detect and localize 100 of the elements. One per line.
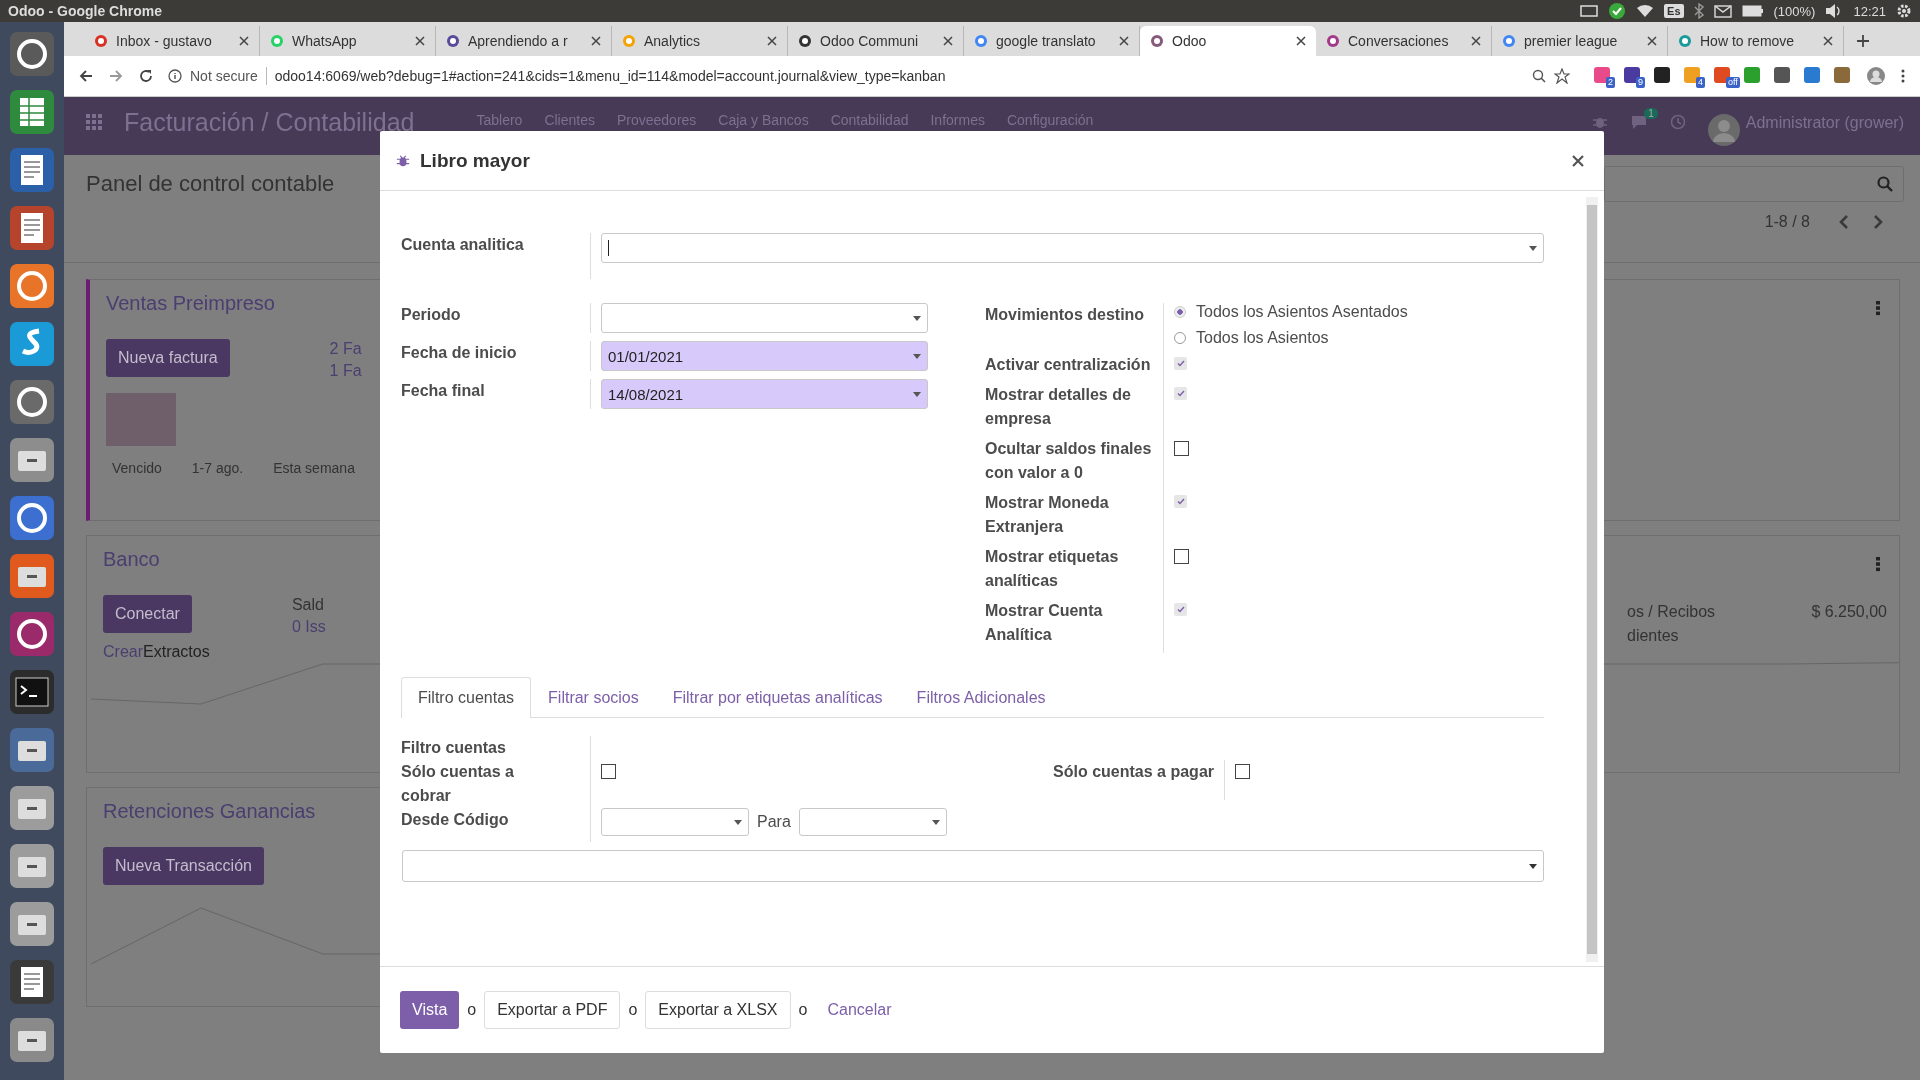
spreadsheet-icon[interactable] xyxy=(9,89,55,135)
extension-badge: 9 xyxy=(1636,77,1645,88)
close-icon[interactable] xyxy=(1296,36,1306,46)
card-line[interactable]: dientes xyxy=(1627,624,1716,648)
previous-icon[interactable] xyxy=(1838,214,1850,230)
browser-tab[interactable]: Odoo xyxy=(1140,26,1316,56)
bar xyxy=(106,393,176,446)
checkbox[interactable] xyxy=(601,764,616,779)
drive-icon[interactable] xyxy=(9,785,55,831)
close-icon[interactable] xyxy=(767,36,777,46)
close-icon[interactable] xyxy=(239,36,249,46)
document-icon[interactable] xyxy=(9,147,55,193)
date-field[interactable]: 01/01/2021 xyxy=(601,341,928,371)
checkbox[interactable] xyxy=(1174,387,1187,400)
period-field[interactable] xyxy=(601,303,928,333)
tab[interactable]: Filtrar por etiquetas analíticas xyxy=(655,677,900,718)
presentation-icon[interactable] xyxy=(9,205,55,251)
radio-label[interactable]: Todos los Asientos xyxy=(1196,329,1329,347)
scrollbar[interactable] xyxy=(1586,197,1598,962)
display-icon[interactable] xyxy=(1580,4,1599,18)
extension-icon[interactable] xyxy=(1684,67,1700,83)
favicon-icon xyxy=(798,34,812,48)
favicon-icon xyxy=(622,34,636,48)
back-icon[interactable] xyxy=(78,68,94,84)
checkbox[interactable] xyxy=(1174,357,1187,370)
card-line[interactable]: Sald xyxy=(291,595,326,615)
close-icon[interactable] xyxy=(591,36,601,46)
dialog-button[interactable]: Exportar a PDF xyxy=(484,991,621,1029)
code-from-field[interactable] xyxy=(601,808,749,836)
date-field[interactable]: 14/08/2021 xyxy=(601,379,928,409)
close-icon[interactable] xyxy=(1471,36,1481,46)
keyboard-indicator[interactable]: Es xyxy=(1664,4,1684,18)
kebab-icon[interactable] xyxy=(1875,556,1881,572)
close-icon[interactable] xyxy=(1119,36,1129,46)
address-field[interactable]: Not secure odoo14:6069/web?debug=1#action=241&cids=1&menu_id=114&model=account.journal&view_type=kanban xyxy=(168,67,1570,85)
wifi-icon[interactable] xyxy=(1636,4,1655,18)
checkbox[interactable] xyxy=(1174,495,1187,508)
checkbox[interactable] xyxy=(1174,603,1187,616)
close-icon[interactable] xyxy=(943,36,953,46)
field-label: Sólo cuentas a pagar xyxy=(1052,762,1215,782)
menu-icon[interactable] xyxy=(1900,68,1906,84)
tab[interactable]: Filtros Adicionales xyxy=(899,677,1063,718)
search-field[interactable] xyxy=(1604,166,1904,202)
favicon-icon xyxy=(974,34,988,48)
extension-icon[interactable] xyxy=(1624,67,1640,83)
kebab-icon[interactable] xyxy=(1875,300,1881,316)
radio-button[interactable] xyxy=(1174,306,1186,318)
drive-icon[interactable] xyxy=(9,843,55,889)
dropdown-icon xyxy=(1529,245,1537,251)
tab[interactable]: Filtro cuentas xyxy=(401,677,532,718)
card-line[interactable]: os / Recibos xyxy=(1627,600,1716,624)
dialog-button[interactable]: Exportar a XLSX xyxy=(645,991,791,1029)
dropdown-icon xyxy=(931,819,940,825)
favicon-icon xyxy=(1502,34,1516,48)
bluetooth-icon[interactable] xyxy=(1693,3,1704,19)
card-button[interactable]: Nueva factura xyxy=(106,339,230,377)
section-label: Filtro cuentas xyxy=(401,738,507,758)
radio-label[interactable]: Todos los Asientos Asentados xyxy=(1196,303,1408,321)
dropdown-icon xyxy=(913,391,921,397)
axis-label: Esta semana xyxy=(273,460,355,476)
new-tab-icon[interactable] xyxy=(1856,34,1870,48)
tab[interactable]: Filtrar socios xyxy=(531,677,656,718)
avatar-icon[interactable] xyxy=(1866,66,1886,86)
pager-value: 1-8 / 8 xyxy=(1764,213,1810,231)
mail-icon[interactable] xyxy=(1713,4,1732,18)
avatar-icon[interactable] xyxy=(1707,114,1740,146)
forward-icon[interactable] xyxy=(108,68,124,84)
checkbox[interactable] xyxy=(1174,549,1189,564)
close-icon[interactable] xyxy=(1647,36,1657,46)
star-icon[interactable] xyxy=(1554,68,1570,84)
accounts-field[interactable] xyxy=(402,850,1544,882)
field-label: Activar centralización xyxy=(985,355,1152,375)
search-icon[interactable] xyxy=(1877,176,1893,192)
checkbox[interactable] xyxy=(1235,764,1250,779)
close-icon[interactable] xyxy=(415,36,425,46)
bug-icon xyxy=(396,153,410,168)
battery-icon[interactable] xyxy=(1741,5,1764,17)
field-label: Cuenta analitica xyxy=(401,235,525,255)
card-button[interactable]: Nueva Transacción xyxy=(103,847,264,885)
check-icon[interactable] xyxy=(1608,2,1627,20)
analytic-account-field[interactable] xyxy=(601,233,1544,263)
drive-icon[interactable] xyxy=(9,901,55,947)
clock[interactable]: 12:21 xyxy=(1853,3,1886,19)
extension-icon[interactable] xyxy=(1654,67,1670,83)
separator-text: o xyxy=(628,1001,638,1019)
field-label: Mostrar Moneda Extranjera xyxy=(985,493,1110,537)
checkbox[interactable] xyxy=(1174,441,1189,456)
dialog-button[interactable]: Cancelar xyxy=(815,991,904,1029)
terminal-icon[interactable] xyxy=(9,669,55,715)
separator-text: o xyxy=(798,1001,808,1019)
zoom-icon[interactable] xyxy=(1532,69,1546,83)
next-icon[interactable] xyxy=(1872,214,1884,230)
close-icon[interactable] xyxy=(1823,36,1833,46)
code-to-field[interactable] xyxy=(798,808,947,836)
dialog-button[interactable]: Vista xyxy=(400,991,460,1029)
reload-icon[interactable] xyxy=(138,68,154,84)
card-button[interactable]: Conectar xyxy=(103,595,192,633)
close-icon[interactable] xyxy=(1572,154,1584,167)
window-title: Odoo - Google Chrome xyxy=(8,3,162,19)
favicon-icon xyxy=(446,34,460,48)
